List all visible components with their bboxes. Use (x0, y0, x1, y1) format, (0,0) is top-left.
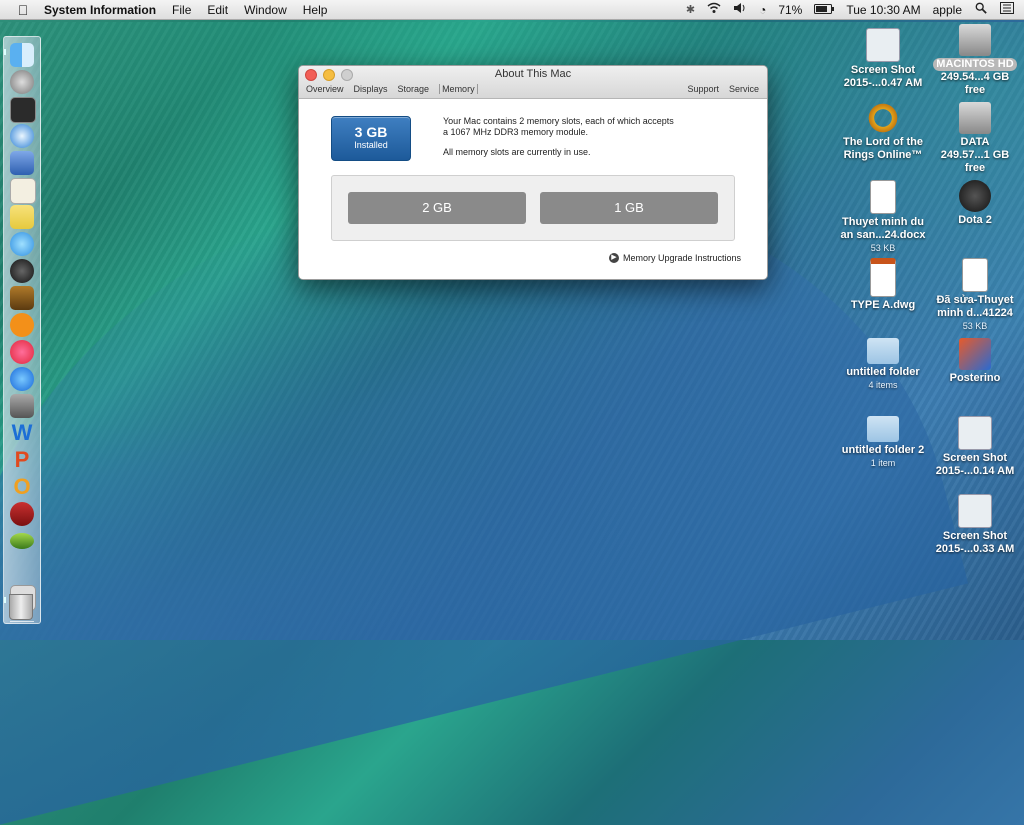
bluetooth-icon[interactable]: ✱ (686, 3, 695, 16)
app-store-icon[interactable] (10, 367, 34, 391)
tab-displays[interactable]: Displays (354, 84, 388, 94)
tab-support[interactable]: Support (687, 84, 719, 94)
dock: W P O (3, 36, 41, 624)
memory-slots: 2 GB 1 GB (331, 175, 735, 241)
installed-label: Installed (354, 140, 388, 150)
itunes-icon[interactable] (10, 340, 34, 364)
user-menu[interactable]: apple (933, 3, 962, 17)
ring-icon (867, 102, 899, 134)
desktop-icon-docx-2[interactable]: Đã sửa-Thuyet minh d...41224 53 KB (930, 258, 1020, 333)
facetime-icon[interactable] (10, 259, 34, 283)
memory-slot-2: 1 GB (540, 192, 718, 224)
notes-icon[interactable] (10, 205, 34, 229)
memory-description: Your Mac contains 2 memory slots, each o… (443, 116, 733, 167)
edit-menu[interactable]: Edit (207, 3, 228, 17)
spotlight-search-icon[interactable] (974, 2, 988, 17)
desktop-icon-docx-1[interactable]: Thuyet minh du an san...24.docx 53 KB (838, 180, 928, 255)
reminders-icon[interactable] (10, 178, 36, 204)
tab-bar: Overview Displays Storage Memory (306, 84, 478, 94)
time-machine-icon[interactable]: ◔ (759, 3, 766, 17)
description-line: Your Mac contains 2 memory slots, each o… (443, 116, 674, 126)
mission-control-icon[interactable] (10, 97, 36, 123)
clock[interactable]: Tue 10:30 AM (846, 3, 920, 17)
tab-service[interactable]: Service (729, 84, 759, 94)
desktop-icon-lotro[interactable]: The Lord of the Rings Online™ (838, 102, 928, 162)
upgrade-link-label: Memory Upgrade Instructions (622, 253, 741, 263)
menu-bar:  System Information File Edit Window He… (0, 0, 1024, 20)
desktop-icon-data-drive[interactable]: DATA 249.57...1 GB free (930, 102, 1020, 175)
app-icon[interactable] (10, 533, 34, 549)
folder-icon (867, 416, 899, 442)
window-title: About This Mac (494, 68, 572, 80)
desktop-icon-untitled-folder[interactable]: untitled folder 4 items (838, 338, 928, 392)
autocad-icon[interactable] (10, 502, 34, 526)
messages-icon[interactable] (10, 232, 34, 256)
word-icon[interactable]: W (10, 421, 34, 445)
battery-percent[interactable]: 71% (778, 3, 802, 17)
volume-icon[interactable] (733, 2, 747, 17)
memory-slot-1: 2 GB (348, 192, 526, 224)
file-menu[interactable]: File (172, 3, 191, 17)
tab-overview[interactable]: Overview (306, 84, 344, 94)
folder-icon (867, 338, 899, 364)
desktop-icon-macintosh-hd[interactable]: MACINTOS HD 249.54...4 GB free (930, 24, 1020, 97)
hard-drive-icon (959, 24, 991, 56)
desktop-icon-screenshot-2[interactable]: Screen Shot 2015-...0.14 AM (930, 416, 1020, 478)
battery-icon[interactable] (814, 3, 835, 17)
desktop-icon-screenshot-3[interactable]: Screen Shot 2015-...0.33 AM (930, 494, 1020, 556)
document-icon (962, 258, 988, 292)
image-file-icon (958, 416, 992, 450)
desktop-icon-dwg[interactable]: TYPE A.dwg (838, 258, 928, 312)
desktop-icon-untitled-folder-2[interactable]: untitled folder 2 1 item (838, 416, 928, 470)
dwg-file-icon (870, 258, 896, 297)
slots-in-use-text: All memory slots are currently in use. (443, 147, 591, 157)
safari-icon[interactable] (10, 124, 34, 148)
desktop-icon-screenshot-1[interactable]: Screen Shot 2015-...0.47 AM (838, 28, 928, 90)
window-titlebar[interactable]: About This Mac Overview Displays Storage… (299, 66, 767, 99)
tab-storage[interactable]: Storage (398, 84, 430, 94)
arrow-right-icon: ▶ (608, 253, 619, 263)
memory-panel: 3 GB Installed Your Mac contains 2 memor… (299, 99, 767, 279)
game-icon[interactable] (10, 286, 34, 310)
game-icon (959, 180, 991, 212)
help-menu[interactable]: Help (303, 3, 328, 17)
system-preferences-icon[interactable] (10, 394, 34, 418)
about-this-mac-window: About This Mac Overview Displays Storage… (298, 65, 768, 280)
notification-center-icon[interactable] (1000, 2, 1014, 17)
apple-menu-icon[interactable]:  (14, 2, 32, 18)
tab-bar-right: Support Service (687, 84, 759, 94)
image-file-icon (958, 494, 992, 528)
window-menu[interactable]: Window (244, 3, 287, 17)
mail-icon[interactable] (10, 151, 34, 175)
trash-icon[interactable] (9, 594, 33, 620)
tab-memory[interactable]: Memory (439, 84, 478, 94)
memory-upgrade-link[interactable]: ▶ Memory Upgrade Instructions (608, 253, 741, 263)
ibooks-icon[interactable] (10, 313, 34, 337)
installed-memory-badge: 3 GB Installed (331, 116, 411, 161)
running-indicator (4, 49, 6, 55)
wifi-icon[interactable] (707, 2, 721, 17)
outlook-icon[interactable]: O (10, 475, 34, 499)
document-icon (870, 180, 896, 214)
description-line: a 1067 MHz DDR3 memory module. (443, 127, 589, 137)
desktop-icon-dota2[interactable]: Dota 2 (930, 180, 1020, 227)
running-indicator (4, 597, 6, 603)
image-file-icon (866, 28, 900, 62)
installed-amount: 3 GB (354, 124, 388, 140)
desktop-icon-posterino[interactable]: Posterino (930, 338, 1020, 385)
finder-icon[interactable] (10, 43, 34, 67)
hard-drive-icon (959, 102, 991, 134)
app-menu[interactable]: System Information (44, 3, 156, 17)
launchpad-icon[interactable] (10, 70, 34, 94)
posterino-icon (959, 338, 991, 370)
dock-divider (10, 621, 34, 622)
powerpoint-icon[interactable]: P (10, 448, 34, 472)
